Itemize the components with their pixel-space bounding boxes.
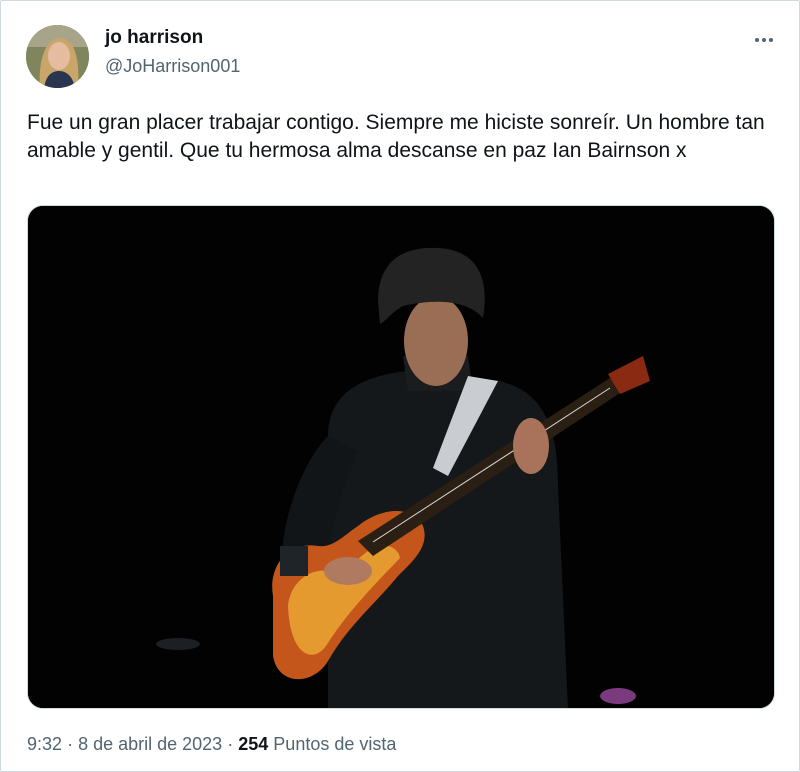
avatar-photo [26,25,89,88]
author-handle[interactable]: @JoHarrison001 [105,56,240,77]
views-label: Puntos de vista [273,734,397,754]
more-horizontal-icon-dot [762,38,766,42]
tweet-meta: 9:32 · 8 de abril de 2023 · 254 Puntos d… [27,734,396,755]
more-horizontal-icon [755,38,759,42]
meta-separator: · [227,734,234,754]
meta-separator: · [67,734,74,754]
tweet-photo[interactable] [27,205,775,709]
more-horizontal-icon-dot [769,38,773,42]
tweet-time[interactable]: 9:32 [27,734,62,754]
tweet-card: jo harrison @JoHarrison001 Fue un gran p… [0,0,800,772]
avatar[interactable] [26,25,89,88]
guitarist-photo [28,206,774,708]
author-name[interactable]: jo harrison [105,27,203,49]
more-options-button[interactable] [749,27,779,53]
tweet-text: Fue un gran placer trabajar contigo. Sie… [27,111,765,162]
tweet-date[interactable]: 8 de abril de 2023 [78,734,222,754]
views-count: 254 [238,734,269,754]
